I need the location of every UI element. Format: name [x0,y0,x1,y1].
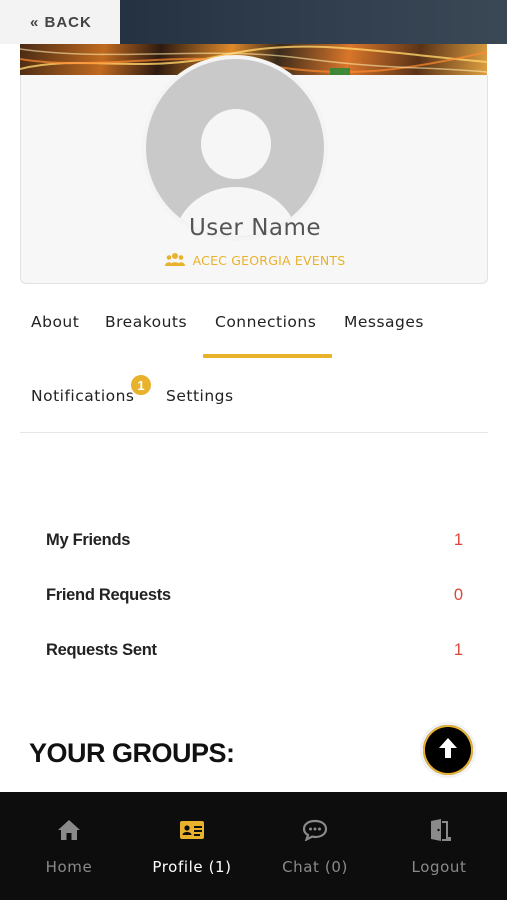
notification-badge: 1 [129,373,153,397]
tab-breakouts[interactable]: Breakouts [105,313,187,331]
nav-profile[interactable]: Profile (1) [129,792,255,900]
row-count: 1 [453,640,463,659]
group-link[interactable]: ACEC GEORGIA EVENTS [21,251,489,270]
users-group-icon [164,251,185,270]
back-button[interactable]: « BACK [0,0,120,44]
list-item-requests-sent[interactable]: Requests Sent 1 [46,635,466,665]
nav-label: Home [45,858,93,876]
profile-card: User Name ACEC GEORGIA EVENTS [20,55,489,284]
list-item-friend-requests[interactable]: Friend Requests 0 [46,580,466,610]
nav-logout[interactable]: Logout [376,792,502,900]
row-count: 0 [453,585,463,604]
nav-label: Profile (1) [152,858,232,876]
row-count: 1 [453,530,463,549]
avatar[interactable] [142,55,328,241]
tab-about[interactable]: About [31,313,79,331]
tab-connections[interactable]: Connections [215,313,316,331]
row-label: Friend Requests [46,585,171,604]
chat-bubble-icon [302,818,328,842]
nav-chat[interactable]: Chat (0) [252,792,378,900]
list-item-my-friends[interactable]: My Friends 1 [46,525,466,555]
nav-label: Chat (0) [282,858,348,876]
scroll-to-top-button[interactable] [420,722,476,778]
group-name: ACEC GEORGIA EVENTS [192,253,346,268]
tab-messages[interactable]: Messages [344,313,424,331]
user-name: User Name [188,215,322,241]
door-exit-icon [427,818,451,842]
id-card-icon [179,818,205,842]
groups-heading: YOUR GROUPS: [29,738,235,768]
arrow-up-icon [437,736,459,764]
tabs-divider [20,432,488,433]
row-label: My Friends [46,530,131,549]
avatar-head [201,109,271,179]
row-label: Requests Sent [46,640,157,659]
bottom-nav: Home Profile (1) Chat (0) Logout [0,792,507,900]
nav-home[interactable]: Home [6,792,132,900]
nav-label: Logout [411,858,467,876]
home-icon [57,818,81,842]
active-tab-indicator [203,354,332,358]
tab-settings[interactable]: Settings [166,387,234,405]
tab-notifications[interactable]: Notifications [31,387,135,405]
